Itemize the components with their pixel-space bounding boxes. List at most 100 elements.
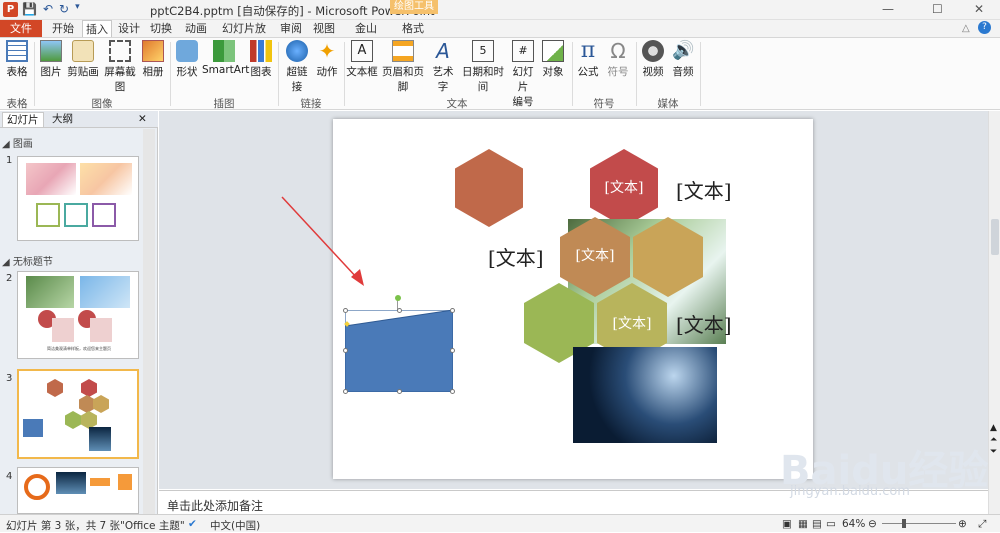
zoom-out-icon[interactable]: ⊖ xyxy=(868,518,877,530)
customize-qat-icon[interactable]: ▾ xyxy=(75,2,80,16)
wordart-button[interactable]: A 艺术字 xyxy=(428,40,458,94)
slide-thumbnail-3-selected[interactable] xyxy=(17,369,139,459)
resize-handle-l[interactable] xyxy=(343,348,348,353)
textbox-button[interactable]: A 文本框 xyxy=(346,40,378,79)
help-icon[interactable]: ? xyxy=(978,21,991,34)
trapezoid-shape[interactable] xyxy=(345,310,453,392)
tab-outline[interactable]: 大纲 xyxy=(48,112,77,127)
slides-panel-scrollbar[interactable] xyxy=(143,129,155,514)
minimize-button[interactable]: — xyxy=(882,2,894,16)
hexagon-red[interactable]: [文本] xyxy=(590,149,658,227)
hyperlink-button[interactable]: 超链接 xyxy=(282,40,312,94)
zoom-slider-thumb[interactable] xyxy=(902,519,906,528)
resize-handle-t[interactable] xyxy=(397,308,402,313)
object-icon xyxy=(542,40,564,62)
resize-handle-br[interactable] xyxy=(450,389,455,394)
group-label-symbols: 符号 xyxy=(593,98,615,110)
section-header-pictures[interactable]: ◢ 图画 xyxy=(2,135,33,150)
screenshot-button[interactable]: 屏幕截图 xyxy=(100,40,140,94)
tab-home[interactable]: 开始 xyxy=(50,20,76,37)
redo-icon[interactable]: ↻ xyxy=(59,2,69,16)
chart-button[interactable]: 图表 xyxy=(248,40,274,79)
language-status[interactable]: 中文(中国) xyxy=(210,518,260,533)
hexagon-orange[interactable] xyxy=(455,149,523,227)
slide-thumbnail-1[interactable] xyxy=(17,156,139,241)
resize-handle-r[interactable] xyxy=(450,348,455,353)
slide-thumbnail-4[interactable] xyxy=(17,467,139,514)
object-button[interactable]: 对象 xyxy=(540,40,566,79)
section-header-untitled[interactable]: ◢ 无标题节 xyxy=(2,253,53,268)
tab-format[interactable]: 格式 xyxy=(395,20,431,37)
fit-to-window-icon[interactable]: ⤢ xyxy=(978,518,986,531)
action-button[interactable]: ✦ 动作 xyxy=(314,40,340,79)
collapse-ribbon-icon[interactable]: △ xyxy=(962,23,970,34)
tab-kingsoft-pdf[interactable]: 金山PDF xyxy=(345,20,387,52)
omega-icon: Ω xyxy=(610,39,626,63)
equation-button[interactable]: π 公式 xyxy=(576,40,600,79)
zoom-level[interactable]: 64% xyxy=(842,518,865,530)
maximize-button[interactable]: ☐ xyxy=(932,2,943,16)
rotation-handle[interactable] xyxy=(395,295,401,301)
save-icon[interactable]: 💾 xyxy=(22,2,37,16)
album-button[interactable]: 相册 xyxy=(140,40,166,79)
tab-insert[interactable]: 插入 xyxy=(82,20,112,37)
smartart-icon xyxy=(213,40,235,62)
zoom-slider[interactable] xyxy=(882,523,956,524)
current-slide[interactable]: [文本] [文本] [文本] [文本] [文本] [文本] xyxy=(333,119,813,479)
vertical-scrollbar[interactable]: ▲ ⏶ ⏷ xyxy=(988,111,1000,514)
clipart-label: 剪贴画 xyxy=(67,66,99,78)
datetime-button[interactable]: 5 日期和时间 xyxy=(458,40,508,94)
picture-button[interactable]: 图片 xyxy=(38,40,64,79)
group-label-images: 图像 xyxy=(91,98,113,110)
next-slide-icon[interactable]: ⏷ xyxy=(990,447,997,457)
theme-status[interactable]: "Office 主题" xyxy=(120,518,185,533)
close-panel-icon[interactable]: ✕ xyxy=(138,112,147,127)
table-button[interactable]: 表格 xyxy=(4,40,30,79)
scrollbar-thumb[interactable] xyxy=(991,219,999,255)
table-label: 表格 xyxy=(6,66,28,78)
slide-number-icon: # xyxy=(512,40,534,62)
thumb2-caption: 简洁美观清单样板，欢迎您来主题页 xyxy=(47,346,111,351)
slide-number-4: 4 xyxy=(6,471,13,482)
video-button[interactable]: 视频 xyxy=(640,40,666,79)
powerpoint-app-icon[interactable]: P xyxy=(3,2,18,17)
tab-review[interactable]: 审阅 xyxy=(280,20,302,37)
prev-slide-icon[interactable]: ⏶ xyxy=(990,435,997,445)
resize-handle-tl[interactable] xyxy=(343,308,348,313)
audio-button[interactable]: 🔊 音频 xyxy=(670,40,696,79)
slide-sorter-icon[interactable]: ▦ xyxy=(798,518,808,530)
text-label-top-right[interactable]: [文本] xyxy=(676,175,732,204)
tab-slideshow[interactable]: 幻灯片放映 xyxy=(218,20,270,52)
header-footer-button[interactable]: 页眉和页脚 xyxy=(378,40,428,94)
resize-handle-b[interactable] xyxy=(397,389,402,394)
slide-thumbnail-2[interactable]: 简洁美观清单样板，欢迎您来主题页 xyxy=(17,271,139,359)
undo-icon[interactable]: ↶ xyxy=(43,2,53,16)
text-label-bottom-right[interactable]: [文本] xyxy=(676,309,732,338)
tab-slides[interactable]: 幻灯片 xyxy=(2,112,44,127)
slideshow-icon[interactable]: ▭ xyxy=(826,518,836,530)
equation-label: 公式 xyxy=(577,66,599,78)
shapes-button[interactable]: 形状 xyxy=(174,40,200,79)
slide-number-label-1: 幻灯片 xyxy=(512,66,534,93)
close-button[interactable]: ✕ xyxy=(974,2,984,16)
resize-handle-bl[interactable] xyxy=(343,389,348,394)
tab-file[interactable]: 文件 xyxy=(0,20,42,37)
clipart-button[interactable]: 剪贴画 xyxy=(66,40,100,79)
scroll-up-icon[interactable]: ▲ xyxy=(990,423,997,433)
text-label-left[interactable]: [文本] xyxy=(488,242,544,271)
smartart-button[interactable]: SmartArt xyxy=(202,40,249,76)
action-label: 动作 xyxy=(316,66,338,78)
tab-design[interactable]: 设计 xyxy=(118,20,140,37)
tab-transitions[interactable]: 切换 xyxy=(150,20,172,37)
reading-view-icon[interactable]: ▤ xyxy=(812,518,822,530)
spellcheck-icon[interactable]: ✔ xyxy=(188,518,197,530)
zoom-in-icon[interactable]: ⊕ xyxy=(958,518,967,530)
space-planet-photo[interactable] xyxy=(573,347,717,443)
textbox-label: 文本框 xyxy=(346,66,378,78)
resize-handle-tr[interactable] xyxy=(450,308,455,313)
hyperlink-globe-icon xyxy=(286,40,308,62)
tab-animations[interactable]: 动画 xyxy=(185,20,207,37)
symbol-button[interactable]: Ω 符号 xyxy=(606,40,630,79)
normal-view-icon[interactable]: ▣ xyxy=(782,518,792,530)
tab-view[interactable]: 视图 xyxy=(313,20,335,37)
